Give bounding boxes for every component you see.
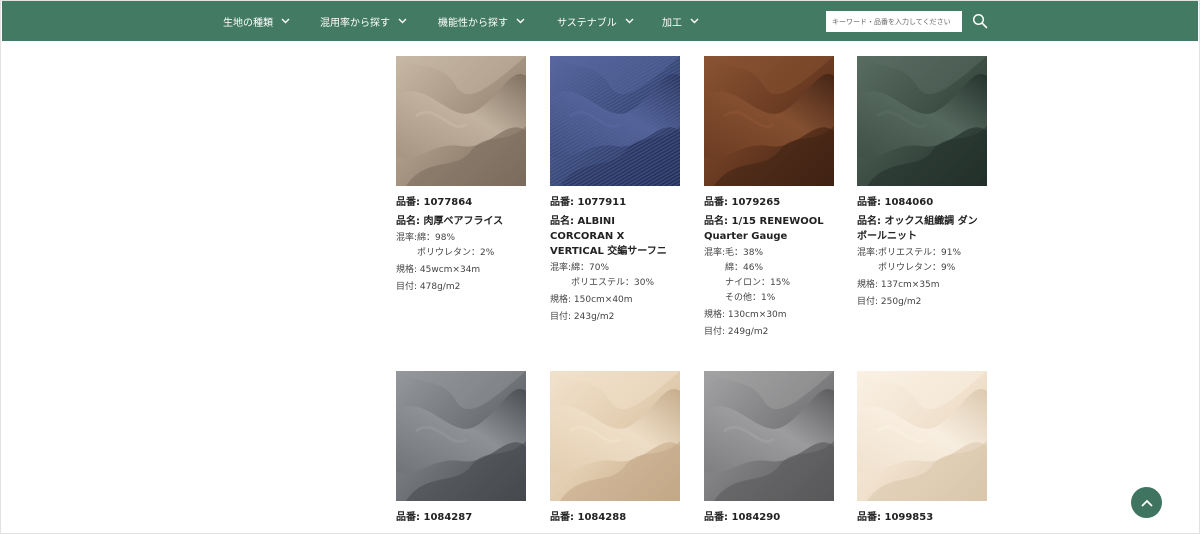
product-number: 品番: 1084060: [857, 197, 934, 208]
blend-row: 混率: 毛：38% 綿：46% ナイロン：15% その他：1%: [704, 246, 834, 306]
blend-row: 混率: 綿：70% ポリエステル：30%: [550, 261, 680, 291]
size-spec: 規格: 130cm×30m: [704, 310, 787, 320]
blend-label: 混率:: [857, 248, 879, 258]
fabric-swatch-image[interactable]: [857, 371, 987, 501]
product-name[interactable]: 品名: ALBINI CORCORAN X VERTICAL 交編サーフニ: [550, 214, 680, 259]
product-card[interactable]: 品番: 1079265 品名: 1/15 RENEWOOL Quarter Ga…: [704, 56, 834, 340]
fabric-swatch-image[interactable]: [857, 56, 987, 186]
size-spec: 規格: 137cm×35m: [857, 280, 940, 290]
product-card[interactable]: 品番: 1084060 品名: オックス組織調 ダンボールニット 混率: ポリエ…: [857, 56, 987, 310]
blend-label: 混率:: [396, 233, 418, 243]
fabric-swatch-image[interactable]: [396, 371, 526, 501]
top-navigation-bar: 生地の種類 混用率から探す 機能性から探す サステナブル 加工: [2, 1, 1198, 41]
blend-value: その他：1%: [725, 293, 776, 303]
menu-fabric-type[interactable]: 生地の種類: [223, 1, 290, 41]
product-card[interactable]: 品番: 1084287: [396, 371, 526, 525]
menu-label: 機能性から探す: [438, 17, 508, 29]
product-card[interactable]: 品番: 1084290: [704, 371, 834, 525]
fabric-swatch-image[interactable]: [704, 371, 834, 501]
blend-value: 綿：46%: [725, 263, 764, 273]
fabric-weight: 目付: 243g/m2: [550, 312, 615, 322]
menu-blend-ratio[interactable]: 混用率から探す: [320, 1, 407, 41]
menu-label: 生地の種類: [223, 17, 273, 29]
product-name[interactable]: 品名: オックス組織調 ダンボールニット: [857, 214, 987, 244]
blend-label: 混率:: [704, 248, 726, 258]
menu-label: 混用率から探す: [320, 17, 390, 29]
fabric-weight: 目付: 250g/m2: [857, 297, 922, 307]
blend-label: 混率:: [550, 263, 572, 273]
product-card[interactable]: 品番: 1077864 品名: 肉厚ベアフライス 混率: 綿：98% ポリウレタ…: [396, 56, 526, 295]
menu-sustainable[interactable]: サステナブル: [557, 1, 634, 41]
product-number: 品番: 1077864: [396, 197, 473, 208]
product-name[interactable]: 品名: 1/15 RENEWOOL Quarter Gauge: [704, 214, 834, 244]
fabric-swatch-image[interactable]: [550, 56, 680, 186]
product-name[interactable]: 品名: 肉厚ベアフライス: [396, 214, 526, 229]
fabric-weight: 目付: 249g/m2: [704, 327, 769, 337]
blend-value: 綿：70%: [571, 263, 610, 273]
product-card[interactable]: 品番: 1099853: [857, 371, 987, 525]
blend-value: ポリエステル：30%: [571, 278, 655, 288]
chevron-down-icon: [625, 18, 634, 24]
blend-value: ポリエステル：91%: [878, 248, 962, 258]
menu-label: サステナブル: [557, 17, 617, 29]
product-number: 品番: 1099853: [857, 512, 934, 523]
fabric-swatch-image[interactable]: [396, 56, 526, 186]
search-icon[interactable]: [972, 13, 988, 29]
menu-processing[interactable]: 加工: [662, 1, 699, 41]
fabric-swatch-image[interactable]: [704, 56, 834, 186]
size-spec: 規格: 45wcm×34m: [396, 265, 481, 275]
search-input[interactable]: [826, 11, 962, 32]
product-number: 品番: 1084290: [704, 512, 781, 523]
menu-label: 加工: [662, 17, 682, 29]
back-to-top-button[interactable]: [1131, 487, 1162, 518]
chevron-down-icon: [281, 18, 290, 24]
chevron-down-icon: [516, 18, 525, 24]
chevron-down-icon: [398, 18, 407, 24]
product-number: 品番: 1084288: [550, 512, 627, 523]
product-card[interactable]: 品番: 1084288: [550, 371, 680, 525]
blend-value: 毛：38%: [725, 248, 764, 258]
chevron-down-icon: [690, 18, 699, 24]
blend-value: ポリウレタン：9%: [878, 263, 956, 273]
blend-value: 綿：98%: [417, 233, 456, 243]
product-number: 品番: 1077911: [550, 197, 627, 208]
blend-value: ナイロン：15%: [725, 278, 791, 288]
size-spec: 規格: 150cm×40m: [550, 295, 633, 305]
menu-functionality[interactable]: 機能性から探す: [438, 1, 525, 41]
blend-row: 混率: 綿：98% ポリウレタン：2%: [396, 231, 526, 261]
blend-row: 混率: ポリエステル：91% ポリウレタン：9%: [857, 246, 987, 276]
chevron-up-icon: [1141, 499, 1152, 506]
fabric-weight: 目付: 478g/m2: [396, 282, 461, 292]
blend-value: ポリウレタン：2%: [417, 248, 495, 258]
product-number: 品番: 1079265: [704, 197, 781, 208]
product-number: 品番: 1084287: [396, 512, 473, 523]
product-card[interactable]: 品番: 1077911 品名: ALBINI CORCORAN X VERTIC…: [550, 56, 680, 325]
fabric-swatch-image[interactable]: [550, 371, 680, 501]
